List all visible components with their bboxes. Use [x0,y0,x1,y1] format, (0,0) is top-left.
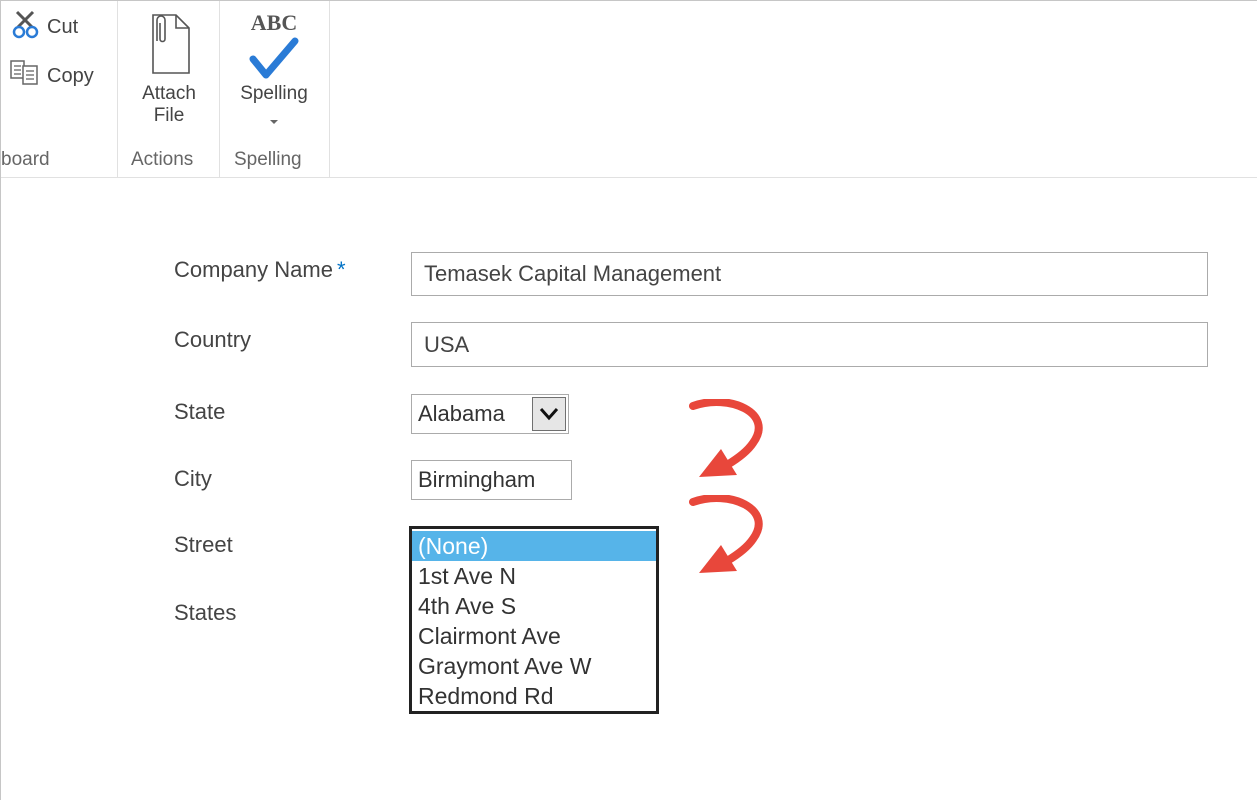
attach-file-icon [129,11,209,83]
required-marker: * [336,257,346,282]
company-name-input[interactable] [411,252,1208,296]
street-option[interactable]: Redmond Rd [412,681,656,711]
state-label: State [174,399,226,424]
street-listbox[interactable]: (None) 1st Ave N 4th Ave S Clairmont Ave Gra… [409,526,659,714]
chevron-down-icon[interactable] [532,397,566,431]
street-option[interactable]: Graymont Ave W [412,651,656,681]
street-option[interactable]: 4th Ave S [412,591,656,621]
group-divider [329,1,330,177]
copy-button[interactable]: Copy [9,59,94,93]
company-name-label: Company Name * [174,257,346,283]
curved-arrow-icon [689,399,763,477]
spelling-button[interactable]: ABC Spelling [229,11,319,131]
company-name-label-text: Company Name [174,257,333,282]
spelling-group-label: Spelling [234,149,302,170]
state-select-value: Alabama [418,401,505,426]
spelling-label: Spelling [240,83,308,104]
scissors-icon [11,9,41,45]
spelling-icon-text: ABC [250,10,298,35]
states-label: States [174,600,237,625]
country-label: Country [174,327,252,352]
actions-group-label: Actions [131,149,194,170]
clipboard-group-label: board [1,149,50,170]
group-divider [117,1,118,177]
city-label: City [174,466,212,491]
cut-label: Cut [47,15,79,38]
country-input[interactable] [411,322,1208,367]
page-frame: Cut Copy board Attach File Actions ABC S… [0,0,1257,800]
spelling-check-icon: ABC [229,11,319,83]
chevron-down-icon [229,109,319,131]
state-select[interactable]: Alabama [411,394,569,434]
street-option[interactable]: (None) [412,531,656,561]
street-label: Street [174,532,233,557]
attach-file-button[interactable]: Attach File [129,11,209,127]
city-field[interactable]: Birmingham [411,460,572,500]
curved-arrow-icon [689,495,763,573]
attach-file-label: Attach File [142,83,196,126]
copy-icon [9,59,41,93]
cut-button[interactable]: Cut [11,9,78,45]
copy-label: Copy [47,64,94,87]
group-divider [219,1,220,177]
street-option[interactable]: Clairmont Ave [412,621,656,651]
ribbon: Cut Copy board Attach File Actions ABC S… [1,1,1257,178]
street-option[interactable]: 1st Ave N [412,561,656,591]
